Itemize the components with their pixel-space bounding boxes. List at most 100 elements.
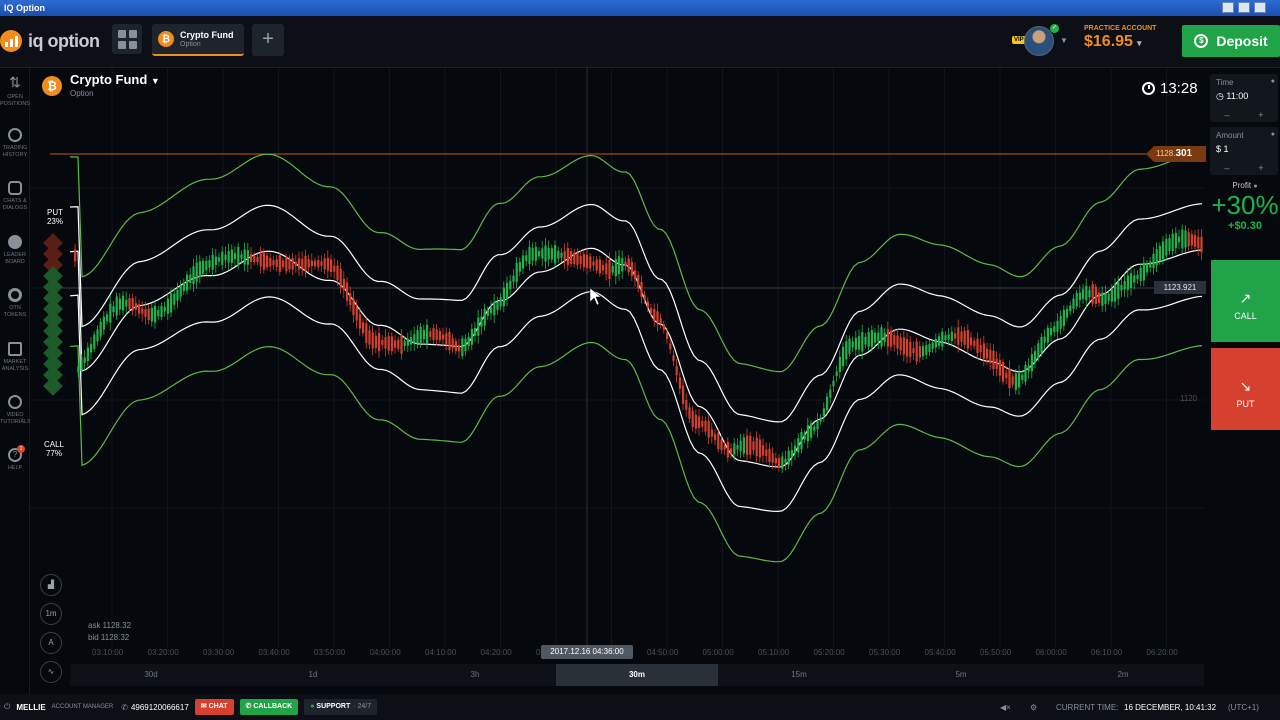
amount-label: Amount	[1216, 131, 1244, 140]
account-balance-selector[interactable]: PRACTICE ACCOUNT $16.95 ▾	[1084, 25, 1156, 51]
sidebar-item-help[interactable]: ? 1 HELP	[0, 445, 30, 472]
asset-subtitle: Option	[70, 89, 94, 98]
add-asset-button[interactable]: +	[252, 24, 284, 56]
candle-period-button[interactable]: 1m	[40, 603, 62, 625]
candle-body	[349, 293, 352, 306]
expiry-time-field[interactable]: Time ● ◷ 11:00 – +	[1210, 74, 1278, 122]
candle-body	[1085, 285, 1088, 301]
candle-body	[678, 377, 681, 389]
time-tick: 06:10:00	[1091, 648, 1123, 657]
candle-body	[102, 316, 105, 330]
maximize-button[interactable]	[1238, 2, 1250, 13]
sidebar-item-open-positions[interactable]: ⇅ OPEN POSITIONS	[0, 74, 30, 108]
time-value: 11:00	[1226, 91, 1249, 101]
sidebar-item-video-tutorials[interactable]: VIDEO TUTORIALS	[0, 395, 31, 426]
time-plus-button[interactable]: +	[1258, 110, 1263, 120]
chevron-down-icon: ▼	[1060, 36, 1068, 45]
candle-body	[819, 417, 822, 422]
period-15m[interactable]: 15m	[718, 664, 880, 686]
candle-body	[179, 285, 182, 297]
time-minus-button[interactable]: –	[1224, 110, 1229, 120]
candle-body	[285, 256, 288, 271]
candle-body	[768, 448, 771, 462]
put-button[interactable]: ↘ PUT	[1211, 348, 1280, 430]
sidebar-item-chats[interactable]: CHATS & DIALOGS	[0, 181, 30, 212]
balance-chevron-icon: ▾	[1136, 38, 1142, 48]
candle-body	[672, 355, 675, 361]
chart-area[interactable]: ₿ Crypto Fund ▼ Option 13:28 PUT 23% CAL…	[30, 68, 1210, 683]
ask-value: ask 1128.32	[88, 621, 131, 630]
sidebar-item-label: HELP	[7, 465, 23, 471]
candle-body	[362, 322, 365, 334]
candle-body	[218, 257, 221, 262]
asset-tab-name: Crypto Fund	[180, 29, 234, 40]
power-icon[interactable]: ⏻	[4, 702, 10, 712]
candle-body	[701, 420, 704, 427]
period-5m[interactable]: 5m	[880, 664, 1042, 686]
candle-body	[912, 348, 915, 353]
candle-body	[1011, 376, 1014, 385]
logo[interactable]: iq option	[0, 30, 100, 52]
sidebar-item-trading-history[interactable]: TRADING HISTORY	[0, 128, 30, 159]
candle-body	[1030, 354, 1033, 372]
candle-body	[867, 332, 870, 347]
callback-button[interactable]: ✆ CALLBACK	[239, 699, 299, 715]
chart-type-icon[interactable]: ▟	[40, 574, 62, 596]
amount-minus-button[interactable]: –	[1224, 163, 1229, 173]
candle-body	[323, 258, 326, 270]
candle-body	[170, 293, 173, 313]
period-2m[interactable]: 2m	[1042, 664, 1204, 686]
candle-body	[1008, 368, 1011, 389]
candle-body	[557, 250, 560, 259]
candle-body	[314, 260, 317, 267]
candle-body	[986, 348, 989, 359]
mute-icon[interactable]: ◀×	[1000, 703, 1011, 712]
candle-body	[931, 342, 934, 349]
candle-body	[579, 255, 582, 264]
period-30d[interactable]: 30d	[70, 664, 232, 686]
traders-call-sentiment: CALL 77%	[42, 440, 66, 458]
candle-body	[1152, 253, 1155, 269]
candle-body	[803, 433, 806, 440]
call-button[interactable]: ↗ CALL	[1211, 260, 1280, 342]
candle-body	[406, 338, 409, 346]
asset-tab-type: Option	[180, 40, 201, 48]
chat-button[interactable]: ✉ CHAT	[194, 699, 234, 715]
period-1d[interactable]: 1d	[232, 664, 394, 686]
period-3h[interactable]: 3h	[394, 664, 556, 686]
deposit-button[interactable]: $ Deposit	[1182, 25, 1280, 57]
call-sentiment-pct: 77%	[45, 449, 62, 458]
candle-body	[480, 316, 483, 327]
candle-body	[1155, 249, 1158, 266]
all-assets-grid-button[interactable]	[112, 24, 142, 54]
time-tick: 05:10:00	[758, 648, 790, 657]
amount-plus-button[interactable]: +	[1258, 163, 1263, 173]
sidebar-item-leaderboard[interactable]: LEADER BOARD	[0, 235, 30, 266]
candle-body	[1120, 284, 1123, 291]
close-window-button[interactable]	[1254, 2, 1266, 13]
gear-icon[interactable]: ⚙	[1030, 703, 1037, 712]
candle-body	[723, 445, 726, 450]
window-title: IQ Option	[4, 3, 45, 13]
indicators-icon[interactable]: ∿	[40, 661, 62, 683]
sidebar-item-market-analysis[interactable]: MARKET ANALYSIS	[0, 342, 30, 373]
minimize-button[interactable]	[1222, 2, 1234, 13]
candle-body	[365, 323, 368, 343]
candle-body	[995, 358, 998, 369]
left-sidebar: ⇅ OPEN POSITIONS TRADING HISTORY CHATS &…	[0, 68, 31, 694]
candle-body	[227, 251, 230, 263]
profile-menu[interactable]: VIP ✓ ▼	[1012, 24, 1072, 60]
amount-value[interactable]: $ 1	[1216, 144, 1272, 154]
candle-body	[99, 321, 102, 337]
period-30m[interactable]: 30m	[556, 664, 718, 686]
asset-selector[interactable]: ₿ Crypto Fund ▼ Option	[42, 72, 160, 98]
candle-body	[118, 298, 121, 310]
asset-tab-crypto-fund[interactable]: ₿ Crypto Fund Option	[152, 24, 244, 56]
candle-body	[378, 333, 381, 352]
candle-body	[122, 295, 125, 311]
price-chart[interactable]	[30, 68, 1210, 664]
sidebar-item-otn-tokens[interactable]: OTN TOKENS	[0, 288, 30, 319]
put-sentiment-pct: 23%	[46, 217, 63, 226]
support-button[interactable]: ● SUPPORT · 24/7	[304, 699, 378, 715]
amount-field[interactable]: Amount ● $ 1 – +	[1210, 127, 1278, 175]
